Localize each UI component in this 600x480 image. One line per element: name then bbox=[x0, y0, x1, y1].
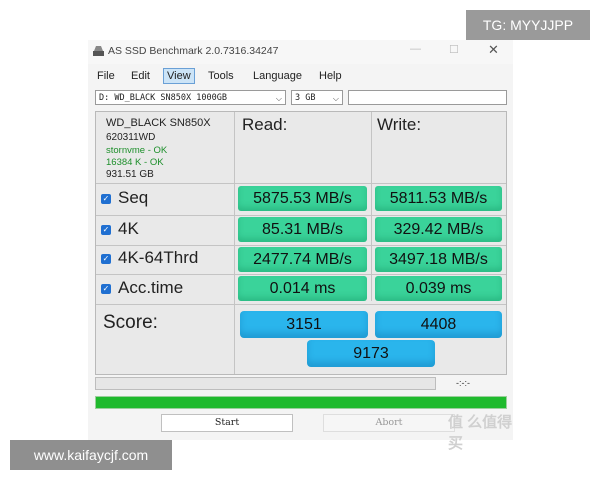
close-icon[interactable]: ✕ bbox=[488, 42, 499, 58]
window-title: AS SSD Benchmark 2.0.7316.34247 bbox=[108, 45, 279, 57]
4k64-read-value: 2477.74 MB/s bbox=[238, 247, 367, 272]
driver-status: stornvme - OK bbox=[106, 145, 168, 156]
results-grid: WD_BLACK SN850X 620311WD stornvme - OK 1… bbox=[95, 111, 507, 375]
acctime-read-value: 0.014 ms bbox=[238, 276, 367, 301]
drive-select-value: D: WD_BLACK SN850X 1000GB bbox=[99, 93, 227, 103]
4k64-label: 4K-64Thrd bbox=[118, 248, 199, 267]
seq-label: Seq bbox=[118, 188, 149, 207]
4k-write-value: 329.42 MB/s bbox=[375, 217, 502, 242]
elapsed-timer: -:-:- bbox=[456, 378, 470, 388]
4k64-write-value: 3497.18 MB/s bbox=[375, 247, 502, 272]
drive-capacity: 931.51 GB bbox=[106, 169, 154, 180]
4k-label: 4K bbox=[118, 219, 139, 238]
chevron-down-icon: ⌵ bbox=[275, 94, 282, 103]
menu-language[interactable]: Language bbox=[250, 69, 305, 83]
progress-bar-total bbox=[95, 396, 507, 409]
progress-bar-current bbox=[95, 377, 436, 390]
acctime-label: Acc.time bbox=[118, 278, 184, 297]
menu-bar: File Edit View Tools Language Help bbox=[88, 66, 513, 88]
alignment-status: 16384 K - OK bbox=[106, 157, 164, 168]
extra-field[interactable] bbox=[348, 90, 507, 105]
4k64-checkbox[interactable]: ✓ bbox=[101, 254, 111, 264]
menu-edit[interactable]: Edit bbox=[128, 69, 153, 83]
score-total-value: 9173 bbox=[307, 340, 435, 367]
size-select-value: 3 GB bbox=[295, 93, 316, 103]
menu-help[interactable]: Help bbox=[316, 69, 345, 83]
abort-button[interactable]: Abort bbox=[323, 414, 455, 432]
acctime-write-value: 0.039 ms bbox=[375, 276, 502, 301]
read-header: Read: bbox=[242, 115, 288, 134]
start-button[interactable]: Start bbox=[161, 414, 293, 432]
menu-file[interactable]: File bbox=[94, 69, 118, 83]
4k-checkbox[interactable]: ✓ bbox=[101, 225, 111, 235]
maximize-icon[interactable]: ☐ bbox=[449, 43, 459, 56]
app-icon bbox=[93, 46, 104, 56]
title-bar: AS SSD Benchmark 2.0.7316.34247 — ☐ ✕ bbox=[88, 40, 513, 64]
drive-select[interactable]: D: WD_BLACK SN850X 1000GB ⌵ bbox=[95, 90, 286, 105]
watermark: 值 么值得买 bbox=[448, 414, 513, 452]
site-label: www.kaifaycjf.com bbox=[10, 440, 172, 470]
write-header: Write: bbox=[377, 115, 422, 134]
drive-firmware: 620311WD bbox=[106, 132, 156, 143]
tg-label: TG: MYYJJPP bbox=[466, 10, 590, 40]
seq-read-value: 5875.53 MB/s bbox=[238, 186, 367, 211]
menu-view[interactable]: View bbox=[163, 68, 195, 84]
size-select[interactable]: 3 GB ⌵ bbox=[291, 90, 343, 105]
seq-write-value: 5811.53 MB/s bbox=[375, 186, 502, 211]
4k-read-value: 85.31 MB/s bbox=[238, 217, 367, 242]
chevron-down-icon: ⌵ bbox=[332, 94, 339, 103]
menu-tools[interactable]: Tools bbox=[205, 69, 237, 83]
score-label: Score: bbox=[103, 312, 158, 333]
seq-checkbox[interactable]: ✓ bbox=[101, 194, 111, 204]
progress-fill bbox=[96, 397, 506, 408]
score-read-value: 3151 bbox=[240, 311, 368, 338]
acctime-checkbox[interactable]: ✓ bbox=[101, 284, 111, 294]
benchmark-window: AS SSD Benchmark 2.0.7316.34247 — ☐ ✕ Fi… bbox=[88, 40, 513, 452]
drive-model: WD_BLACK SN850X bbox=[106, 117, 211, 129]
score-write-value: 4408 bbox=[375, 311, 502, 338]
minimize-icon[interactable]: — bbox=[410, 43, 421, 55]
